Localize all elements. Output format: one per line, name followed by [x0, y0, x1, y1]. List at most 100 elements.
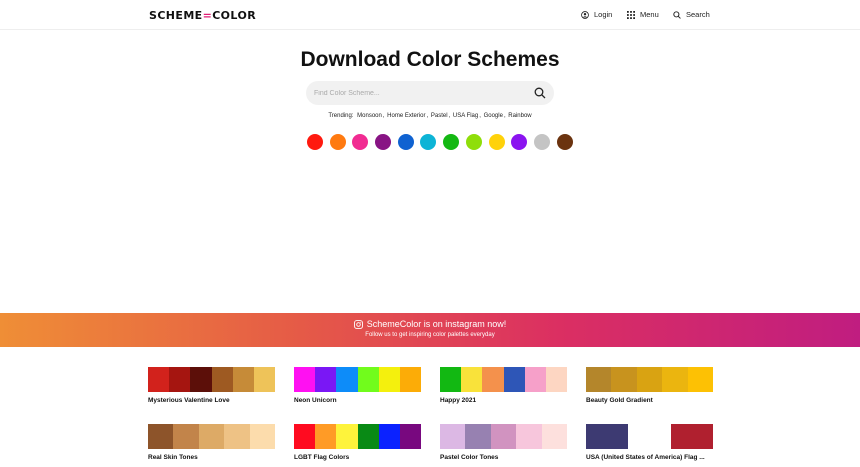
search-submit-icon[interactable]: [534, 87, 546, 99]
color-dot[interactable]: [443, 134, 460, 150]
color-swatch: [294, 424, 316, 449]
palette-name: Beauty Gold Gradient: [586, 397, 653, 404]
color-swatch: [211, 367, 233, 392]
color-dot[interactable]: [397, 134, 414, 150]
color-filter-dots: [307, 134, 573, 150]
palette-card[interactable]: Pastel Color Tones: [440, 424, 568, 461]
color-swatch: [148, 424, 174, 449]
color-dot[interactable]: [420, 134, 437, 150]
color-swatch: [148, 367, 170, 392]
color-swatch: [336, 424, 358, 449]
trending-link[interactable]: Home Exterior: [387, 113, 425, 119]
color-swatch: [611, 367, 637, 392]
search-label: Search: [686, 10, 710, 19]
color-swatch: [378, 367, 400, 392]
palette-swatches: [294, 424, 422, 449]
page-title: Download Color Schemes: [300, 48, 560, 71]
palette-card[interactable]: Real Skin Tones: [148, 424, 276, 461]
color-swatch: [687, 367, 714, 392]
scheme-search-box: [306, 81, 554, 105]
color-dot[interactable]: [465, 134, 482, 150]
color-swatch: [336, 367, 358, 392]
login-label: Login: [594, 10, 613, 19]
trending-link[interactable]: Monsoon: [357, 113, 382, 119]
menu-link[interactable]: Menu: [627, 10, 659, 19]
palette-card[interactable]: Happy 2021: [440, 367, 568, 404]
color-swatch: [357, 367, 379, 392]
logo-equals: =: [202, 9, 213, 22]
color-swatch: [294, 367, 316, 392]
login-link[interactable]: Login: [581, 10, 612, 19]
palette-name: Mysterious Valentine Love: [148, 397, 230, 404]
trending-link[interactable]: Pastel: [431, 113, 448, 119]
color-dot[interactable]: [375, 134, 392, 150]
color-swatch: [253, 367, 276, 392]
instagram-icon: [353, 319, 363, 329]
color-swatch: [545, 367, 568, 392]
palette-card[interactable]: Mysterious Valentine Love: [148, 367, 276, 404]
color-swatch: [357, 424, 379, 449]
color-swatch: [490, 424, 517, 449]
color-dot[interactable]: [329, 134, 346, 150]
banner-title-row: SchemeColor is on instagram now!: [0, 319, 860, 329]
palette-name: Happy 2021: [440, 397, 477, 404]
trending-list: Trending: Monsoon, Home Exterior, Pastel…: [328, 113, 532, 119]
palette-name: LGBT Flag Colors: [294, 454, 350, 461]
color-swatch: [465, 424, 491, 449]
palette-card[interactable]: Beauty Gold Gradient: [586, 367, 714, 404]
color-swatch: [378, 424, 400, 449]
banner-title: SchemeColor is on instagram now!: [366, 319, 507, 329]
color-swatch: [586, 367, 612, 392]
palette-name: Neon Unicorn: [294, 397, 337, 404]
color-dot[interactable]: [511, 134, 528, 150]
color-swatch: [628, 424, 671, 449]
color-swatch: [232, 367, 254, 392]
color-swatch: [516, 424, 542, 449]
logo-text-left: SCHEME: [149, 9, 203, 22]
color-swatch: [399, 424, 422, 449]
instagram-banner[interactable]: SchemeColor is on instagram now! Follow …: [0, 313, 860, 347]
site-header: SCHEME=COLOR Login Menu Search: [0, 0, 860, 30]
palette-swatches: [586, 424, 713, 449]
palette-card[interactable]: LGBT Flag Colors: [294, 424, 422, 461]
color-swatch: [662, 367, 688, 392]
color-swatch: [636, 367, 663, 392]
color-dot[interactable]: [533, 134, 550, 150]
search-link[interactable]: Search: [673, 10, 710, 19]
logo-text-right: COLOR: [212, 9, 257, 22]
color-swatch: [482, 367, 504, 392]
color-swatch: [173, 424, 199, 449]
color-swatch: [541, 424, 568, 449]
palette-name: Pastel Color Tones: [440, 454, 499, 461]
color-swatch: [249, 424, 276, 449]
color-swatch: [224, 424, 250, 449]
color-swatch: [169, 367, 191, 392]
trending-link[interactable]: USA Flag: [453, 113, 478, 119]
color-swatch: [586, 424, 629, 449]
color-swatch: [315, 367, 337, 392]
palette-swatches: [148, 424, 276, 449]
palette-swatches: [586, 367, 714, 392]
site-logo[interactable]: SCHEME=COLOR: [149, 9, 256, 22]
color-dot[interactable]: [556, 134, 573, 150]
trending-link[interactable]: Rainbow: [508, 113, 531, 119]
palette-card[interactable]: USA (United States of America) Flag ...: [586, 424, 713, 461]
color-swatch: [670, 424, 713, 449]
color-swatch: [503, 367, 525, 392]
menu-label: Menu: [640, 10, 659, 19]
banner-subtitle: Follow us to get inspiring color palette…: [365, 332, 495, 338]
trending-link[interactable]: Google: [484, 113, 503, 119]
scheme-search-input[interactable]: [314, 81, 524, 105]
color-swatch: [190, 367, 212, 392]
color-dot[interactable]: [352, 134, 369, 150]
color-swatch: [315, 424, 337, 449]
trending-label: Trending:: [328, 113, 354, 119]
user-icon: [581, 10, 589, 19]
palette-name: USA (United States of America) Flag ...: [586, 454, 705, 461]
color-dot[interactable]: [307, 134, 323, 150]
grid-menu-icon: [627, 10, 635, 19]
palette-card[interactable]: Neon Unicorn: [294, 367, 422, 404]
palette-name: Real Skin Tones: [148, 454, 198, 461]
palette-swatches: [294, 367, 422, 392]
color-dot[interactable]: [488, 134, 505, 150]
